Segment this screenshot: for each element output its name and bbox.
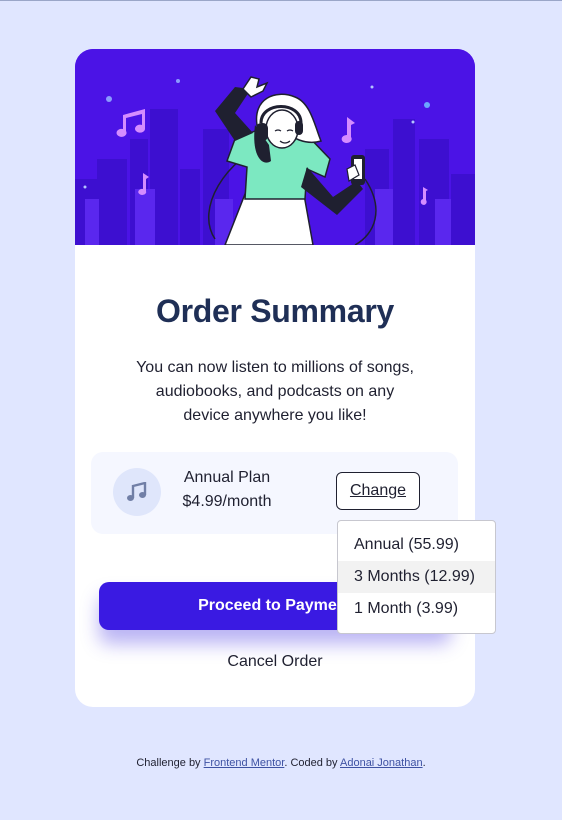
footer-prefix: Challenge by bbox=[136, 757, 204, 769]
plan-name: Annual Plan bbox=[183, 469, 271, 486]
description-text: You can now listen to millions of songs,… bbox=[136, 359, 414, 424]
plan-option-annual[interactable]: Annual (55.99) bbox=[338, 529, 495, 561]
cancel-order-button[interactable]: Cancel Order bbox=[75, 653, 475, 671]
plan-price: $4.99/month bbox=[182, 493, 272, 510]
frontend-mentor-link[interactable]: Frontend Mentor bbox=[204, 757, 285, 769]
hero-illustration bbox=[75, 49, 475, 245]
author-link[interactable]: Adonai Jonathan bbox=[340, 757, 423, 769]
plan-select-dropdown[interactable]: Annual (55.99) 3 Months (12.99) 1 Month … bbox=[337, 520, 496, 634]
footer-suffix: . bbox=[422, 757, 426, 769]
change-plan-button[interactable]: Change bbox=[336, 472, 420, 510]
page-title: Order Summary bbox=[156, 293, 394, 329]
footer-middle: . Coded by bbox=[284, 757, 340, 769]
attribution-footer: Challenge by Frontend Mentor. Coded by A… bbox=[0, 757, 562, 769]
music-note-icon bbox=[113, 468, 161, 516]
plan-option-3-months[interactable]: 3 Months (12.99) bbox=[338, 561, 495, 593]
plan-option-1-month[interactable]: 1 Month (3.99) bbox=[338, 593, 495, 625]
